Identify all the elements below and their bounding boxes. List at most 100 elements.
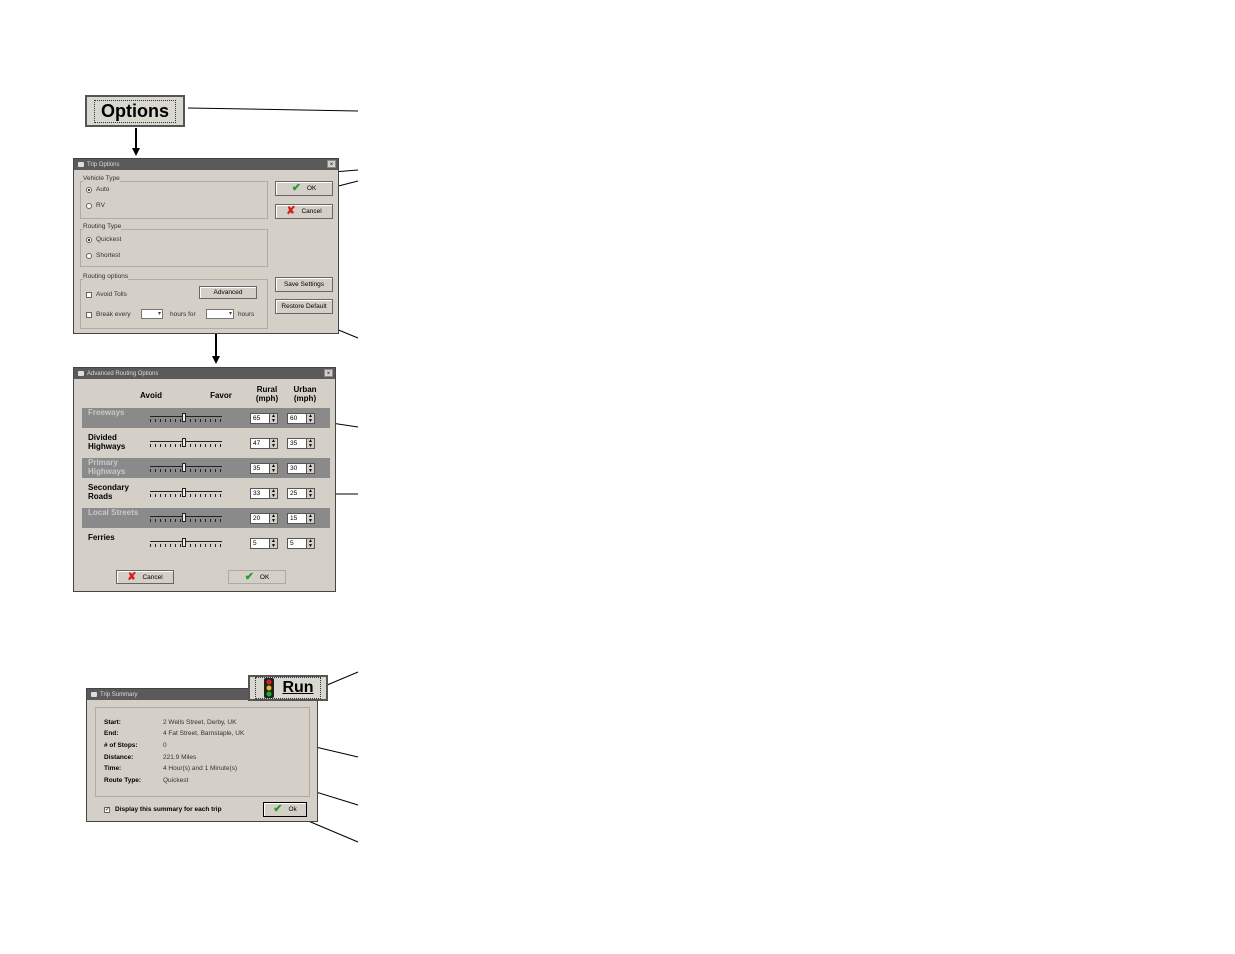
- radio-rv[interactable]: [86, 203, 92, 209]
- check-icon: ✔: [244, 570, 254, 583]
- spinner-arrows-icon[interactable]: ▲ ▼: [269, 464, 277, 473]
- favor-header: Favor: [210, 391, 232, 400]
- summary-value-stops: 0: [163, 742, 167, 749]
- road-name: Local Streets: [88, 508, 139, 517]
- urban-speed-spinner[interactable]: 25 ▲ ▼: [287, 488, 315, 499]
- favor-slider[interactable]: [150, 413, 222, 423]
- ok-button[interactable]: ✔ OK: [275, 181, 333, 196]
- spinner-arrows-icon[interactable]: ▲ ▼: [306, 439, 314, 448]
- summary-ok-button[interactable]: ✔ Ok: [263, 802, 307, 817]
- break-every-checkbox[interactable]: [86, 312, 92, 318]
- advanced-routing-window: Advanced Routing Options × Avoid Favor R…: [73, 367, 336, 592]
- favor-slider[interactable]: [150, 438, 222, 448]
- spinner-arrows-icon[interactable]: ▲ ▼: [306, 489, 314, 498]
- advanced-cancel-button[interactable]: ✘ Cancel: [116, 570, 174, 584]
- urban-header: Urban (mph): [293, 385, 317, 403]
- close-icon[interactable]: ×: [327, 160, 336, 168]
- summary-key-distance: Distance:: [104, 754, 134, 761]
- advanced-cancel-label: Cancel: [142, 573, 163, 581]
- rural-speed-spinner[interactable]: 65 ▲ ▼: [250, 413, 278, 424]
- spinner-arrows-icon[interactable]: ▲ ▼: [269, 539, 277, 548]
- cancel-button[interactable]: ✘ Cancel: [275, 204, 333, 219]
- radio-rv-label: RV: [96, 202, 105, 209]
- restore-default-button[interactable]: Restore Default: [275, 299, 333, 314]
- trip-summary-window: Trip Summary Start: 2 Wells Street, Derb…: [86, 688, 318, 822]
- routing-options-label: Routing options: [83, 273, 129, 280]
- urban-speed-spinner[interactable]: 15 ▲ ▼: [287, 513, 315, 524]
- routing-type-group: [80, 229, 268, 267]
- break-duration-combo[interactable]: [206, 309, 234, 319]
- urban-speed-spinner[interactable]: 5 ▲ ▼: [287, 538, 315, 549]
- road-name: Secondary Roads: [88, 483, 129, 501]
- spinner-arrows-icon[interactable]: ▲ ▼: [306, 414, 314, 423]
- options-button[interactable]: Options: [85, 95, 185, 127]
- avoid-tolls-checkbox[interactable]: [86, 292, 92, 298]
- summary-key-route-type: Route Type:: [104, 777, 142, 784]
- rural-speed-spinner[interactable]: 35 ▲ ▼: [250, 463, 278, 474]
- road-row: Divided Highways 47 ▲ ▼ 35 ▲ ▼: [82, 433, 330, 453]
- spinner-arrows-icon[interactable]: ▲ ▼: [306, 539, 314, 548]
- urban-speed-value: 30: [290, 465, 298, 472]
- advanced-routing-titlebar[interactable]: Advanced Routing Options ×: [74, 368, 335, 379]
- break-hours-combo[interactable]: [141, 309, 163, 319]
- summary-key-stops: # of Stops:: [104, 742, 138, 749]
- summary-ok-label: Ok: [288, 806, 297, 813]
- urban-speed-spinner[interactable]: 35 ▲ ▼: [287, 438, 315, 449]
- road-name: Ferries: [88, 533, 115, 542]
- spinner-arrows-icon[interactable]: ▲ ▼: [306, 514, 314, 523]
- rural-speed-spinner[interactable]: 47 ▲ ▼: [250, 438, 278, 449]
- spinner-arrows-icon[interactable]: ▲ ▼: [306, 464, 314, 473]
- slider-thumb[interactable]: [182, 513, 186, 522]
- slider-thumb[interactable]: [182, 463, 186, 472]
- spinner-arrows-icon[interactable]: ▲ ▼: [269, 414, 277, 423]
- road-row: Ferries 5 ▲ ▼ 5 ▲ ▼: [82, 533, 330, 553]
- slider-thumb[interactable]: [182, 538, 186, 547]
- advanced-ok-button[interactable]: ✔ OK: [228, 570, 286, 584]
- urban-speed-value: 35: [290, 440, 298, 447]
- road-row: Primary Highways 35 ▲ ▼ 30 ▲ ▼: [82, 458, 330, 478]
- x-icon: ✘: [286, 205, 296, 217]
- rural-speed-value: 20: [253, 515, 261, 522]
- trip-options-titlebar[interactable]: Trip Options ×: [74, 159, 338, 170]
- callout-line-options: [187, 107, 359, 112]
- favor-slider[interactable]: [150, 488, 222, 498]
- radio-quickest[interactable]: [86, 237, 92, 243]
- check-icon: ✔: [291, 182, 301, 194]
- advanced-routing-title: Advanced Routing Options: [87, 370, 159, 377]
- radio-shortest[interactable]: [86, 253, 92, 259]
- slider-thumb[interactable]: [182, 413, 186, 422]
- slider-thumb[interactable]: [182, 438, 186, 447]
- road-name: Freeways: [88, 408, 125, 417]
- favor-slider[interactable]: [150, 538, 222, 548]
- slider-thumb[interactable]: [182, 488, 186, 497]
- avoid-tolls-label: Avoid Tolls: [96, 291, 127, 298]
- cancel-button-label: Cancel: [301, 208, 322, 215]
- favor-slider[interactable]: [150, 513, 222, 523]
- rural-speed-value: 33: [253, 490, 261, 497]
- spinner-arrows-icon[interactable]: ▲ ▼: [269, 489, 277, 498]
- road-row: Local Streets 20 ▲ ▼ 15 ▲ ▼: [82, 508, 330, 528]
- save-settings-button[interactable]: Save Settings: [275, 277, 333, 292]
- close-icon[interactable]: ×: [324, 369, 333, 377]
- rural-speed-spinner[interactable]: 33 ▲ ▼: [250, 488, 278, 499]
- urban-speed-value: 25: [290, 490, 298, 497]
- urban-speed-spinner[interactable]: 30 ▲ ▼: [287, 463, 315, 474]
- spinner-arrows-icon[interactable]: ▲ ▼: [269, 514, 277, 523]
- trip-options-window: Trip Options × Vehicle Type Auto RV Rout…: [73, 158, 339, 334]
- favor-slider[interactable]: [150, 463, 222, 473]
- restore-default-label: Restore Default: [281, 303, 327, 310]
- urban-speed-spinner[interactable]: 60 ▲ ▼: [287, 413, 315, 424]
- radio-auto-label: Auto: [96, 186, 110, 193]
- radio-auto[interactable]: [86, 187, 92, 193]
- rural-speed-spinner[interactable]: 20 ▲ ▼: [250, 513, 278, 524]
- road-row: Freeways 65 ▲ ▼ 60 ▲ ▼: [82, 408, 330, 428]
- rural-speed-spinner[interactable]: 5 ▲ ▼: [250, 538, 278, 549]
- display-summary-checkbox[interactable]: ✓: [104, 807, 110, 813]
- hours-label: hours: [238, 311, 255, 318]
- advanced-button[interactable]: Advanced: [199, 286, 257, 299]
- road-name: Primary Highways: [88, 458, 126, 476]
- window-icon: [78, 371, 84, 376]
- spinner-arrows-icon[interactable]: ▲ ▼: [269, 439, 277, 448]
- run-button[interactable]: Run: [248, 675, 328, 701]
- trip-options-title: Trip Options: [87, 161, 120, 168]
